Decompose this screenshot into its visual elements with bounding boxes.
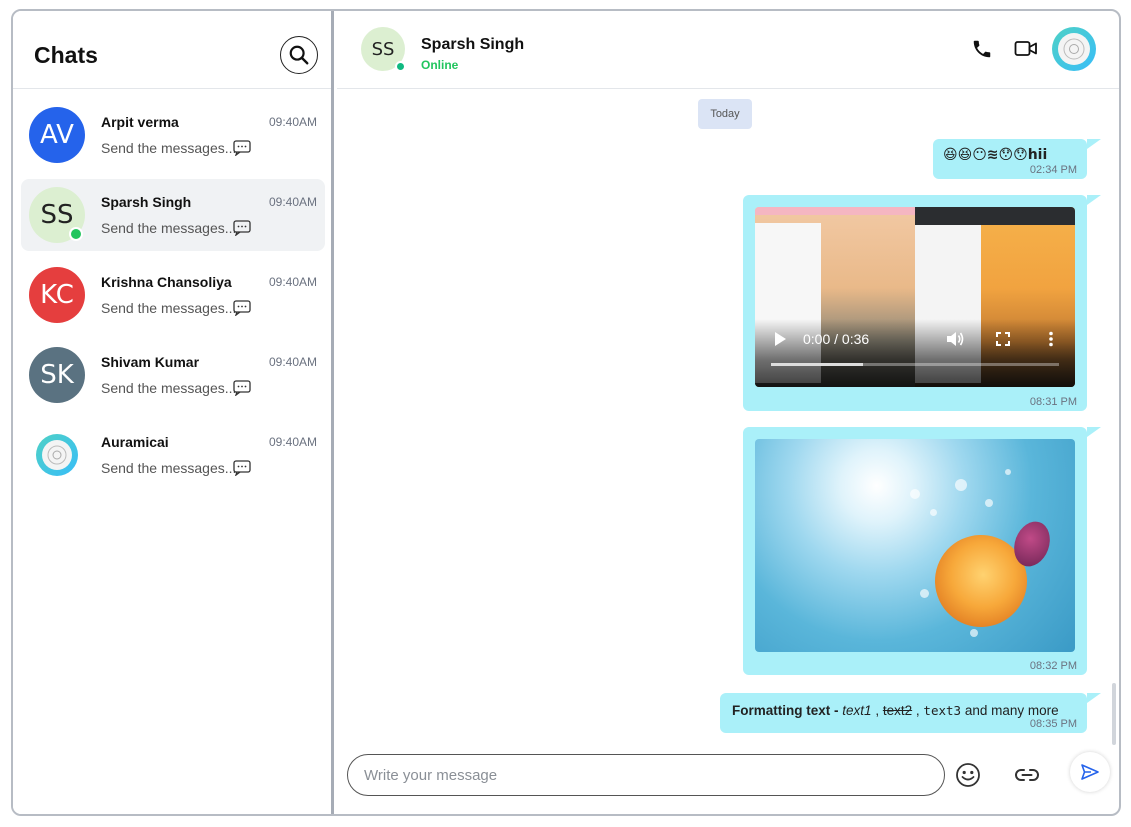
message-bubble-video: 0:00 / 0:36 08:31 PM — [743, 195, 1101, 411]
chat-app: Chats AV Arpit verma 09:40AM Send the me… — [11, 9, 1121, 816]
video-time: 0:00 / 0:36 — [803, 331, 870, 347]
search-icon — [289, 45, 309, 65]
image-bubble-decor — [1005, 469, 1011, 475]
image-bubble-decor — [955, 479, 967, 491]
chat-preview: Send the messages... — [101, 220, 237, 236]
chat-name: Arpit verma — [101, 114, 179, 130]
contact-name: Sparsh Singh — [421, 36, 525, 53]
image-bubble-decor — [970, 629, 978, 637]
online-status-dot — [395, 61, 406, 72]
phone-icon[interactable] — [971, 38, 993, 60]
avatar: AV — [29, 107, 85, 163]
chat-time: 09:40AM — [268, 115, 317, 129]
chat-time: 09:40AM — [268, 355, 317, 369]
chat-name: Auramicai — [101, 434, 169, 450]
message-bubble-text: 😆😆😶≋😯😯hii 02:34 PM — [933, 139, 1101, 179]
conversation-header: SS Sparsh Singh Online — [337, 11, 1119, 89]
chat-preview: Send the messages... — [101, 380, 237, 396]
sidebar-header: Chats — [13, 11, 331, 89]
chat-item-sparsh-singh[interactable]: SS Sparsh Singh 09:40AM Send the message… — [21, 179, 325, 251]
chat-time: 09:40AM — [268, 275, 317, 289]
chat-time: 09:40AM — [268, 195, 317, 209]
avatar: KC — [29, 267, 85, 323]
contact-status: Online — [421, 58, 459, 72]
emoji-icon[interactable] — [955, 762, 981, 788]
chat-time: 09:40AM — [268, 435, 317, 449]
message-icon — [233, 220, 251, 236]
formatted-monospace: text3 — [923, 703, 962, 718]
search-button[interactable] — [280, 36, 318, 74]
message-bubble-image: 08:32 PM — [743, 427, 1101, 675]
message-time: 08:35 PM — [1029, 718, 1077, 730]
message-text: 😆😆😶≋😯😯hii — [943, 147, 1048, 163]
message-composer — [337, 746, 1119, 814]
avatar — [35, 433, 79, 477]
chat-item-arpit-verma[interactable]: AV Arpit verma 09:40AM Send the messages… — [21, 99, 325, 171]
more-options-icon[interactable] — [1048, 331, 1054, 347]
formatted-separator: , — [915, 703, 920, 718]
image-bubble-decor — [930, 509, 937, 516]
avatar-initials: SK — [40, 360, 74, 390]
image-bubble-decor — [910, 489, 920, 499]
formatted-rest: and many more — [964, 703, 1059, 718]
chat-item-krishna-chansoliya[interactable]: KC Krishna Chansoliya 09:40AM Send the m… — [21, 259, 325, 331]
message-icon — [233, 300, 251, 316]
contact-avatar-initials: SS — [371, 38, 395, 60]
send-icon — [1081, 764, 1099, 780]
message-time: 08:32 PM — [1029, 660, 1077, 672]
video-progress-bar[interactable] — [771, 363, 1059, 366]
image-bubble-decor — [920, 589, 929, 598]
play-icon[interactable] — [773, 331, 787, 347]
message-icon — [233, 460, 251, 476]
online-status-dot — [69, 227, 83, 241]
video-frame-tabbar — [915, 207, 1075, 225]
sidebar-title: Chats — [34, 42, 98, 68]
video-progress-fill — [771, 363, 864, 366]
auramicai-logo-button[interactable] — [1052, 27, 1096, 71]
image-bubble-decor — [985, 499, 993, 507]
message-time: 08:31 PM — [1029, 396, 1077, 408]
send-button[interactable] — [1070, 752, 1110, 792]
video-controls — [755, 319, 1075, 387]
message-icon — [233, 140, 251, 156]
auramicai-logo-icon — [1058, 33, 1090, 65]
sidebar: Chats AV Arpit verma 09:40AM Send the me… — [13, 11, 334, 814]
date-divider: Today — [698, 99, 752, 129]
volume-icon[interactable] — [945, 330, 965, 348]
message-bubble-formatted: Formatting text - text1 , text2 , text3 … — [720, 693, 1101, 733]
chat-item-shivam-kumar[interactable]: SK Shivam Kumar 09:40AM Send the message… — [21, 339, 325, 411]
avatar-initials: KC — [40, 280, 74, 310]
auramicai-logo-icon — [36, 434, 78, 476]
formatted-separator: , — [875, 703, 880, 718]
message-image[interactable] — [755, 439, 1075, 652]
chat-preview: Send the messages... — [101, 300, 237, 316]
video-player[interactable]: 0:00 / 0:36 — [755, 207, 1075, 387]
chat-name: Krishna Chansoliya — [101, 274, 232, 290]
formatted-strike: text2 — [882, 703, 913, 718]
chat-item-auramicai[interactable]: Auramicai 09:40AM Send the messages... — [21, 419, 325, 491]
avatar: SK — [29, 347, 85, 403]
video-frame-tabbar — [755, 207, 915, 215]
message-time: 02:34 PM — [1029, 164, 1077, 176]
conversation-panel: SS Sparsh Singh Online Today 😆😆😶≋😯😯hii 0… — [337, 11, 1119, 814]
link-icon[interactable] — [1014, 765, 1040, 785]
avatar-initials: AV — [40, 120, 74, 150]
message-text: Formatting text - text1 , text2 , text3 … — [732, 703, 1059, 718]
formatted-bold: Formatting text - — [732, 703, 839, 718]
message-icon — [233, 380, 251, 396]
scrollbar-thumb[interactable] — [1112, 683, 1116, 745]
message-list[interactable]: Today 😆😆😶≋😯😯hii 02:34 PM 0:00 / 0:36 08:… — [337, 89, 1119, 746]
fullscreen-icon[interactable] — [996, 332, 1010, 346]
video-call-icon[interactable] — [1014, 39, 1038, 59]
chat-preview: Send the messages... — [101, 460, 237, 476]
chat-name: Sparsh Singh — [101, 194, 192, 210]
chat-name: Shivam Kumar — [101, 354, 200, 370]
chat-preview: Send the messages... — [101, 140, 237, 156]
formatted-italic: text1 — [842, 703, 872, 718]
message-input[interactable] — [347, 754, 945, 796]
avatar-initials: SS — [40, 200, 74, 230]
